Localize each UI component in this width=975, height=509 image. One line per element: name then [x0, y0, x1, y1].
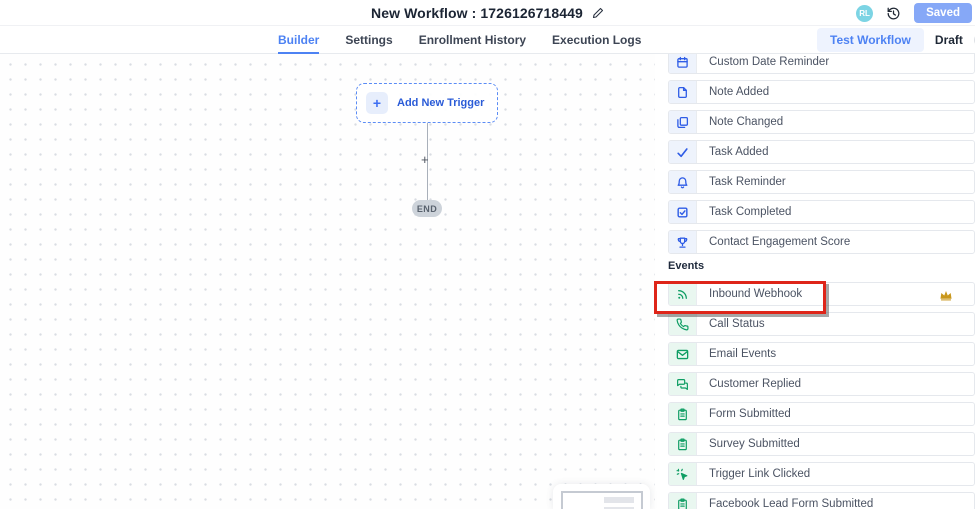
clipboard-icon: [669, 433, 697, 455]
tab-execution-logs[interactable]: Execution Logs: [552, 26, 641, 54]
saved-button[interactable]: Saved: [914, 3, 972, 23]
list-item-label: Note Added: [697, 86, 769, 98]
list-item-call-status[interactable]: Call Status: [668, 312, 975, 336]
draft-label: Draft: [935, 33, 963, 47]
trigger-sidebar[interactable]: Custom Date Reminder Note Added Note Cha…: [655, 54, 975, 509]
list-item-label: Email Events: [697, 348, 776, 360]
edit-title-icon[interactable]: [592, 7, 604, 19]
list-item-facebook-lead-form-submitted[interactable]: Facebook Lead Form Submitted: [668, 492, 975, 509]
mail-icon: [669, 343, 697, 365]
test-workflow-button[interactable]: Test Workflow: [817, 28, 924, 52]
note-icon: [669, 81, 697, 103]
list-item-label: Call Status: [697, 318, 765, 330]
list-item-form-submitted[interactable]: Form Submitted: [668, 402, 975, 426]
list-item-task-completed[interactable]: Task Completed: [668, 200, 975, 224]
list-item-survey-submitted[interactable]: Survey Submitted: [668, 432, 975, 456]
list-item-customer-replied[interactable]: Customer Replied: [668, 372, 975, 396]
list-item-task-reminder[interactable]: Task Reminder: [668, 170, 975, 194]
list-item-label: Task Added: [697, 146, 768, 158]
tab-enrollment-history[interactable]: Enrollment History: [419, 26, 526, 54]
list-item-note-changed[interactable]: Note Changed: [668, 110, 975, 134]
title-wrap: New Workflow : 1726126718449: [0, 0, 975, 26]
list-item-label: Contact Engagement Score: [697, 236, 850, 248]
list-item-label: Task Reminder: [697, 176, 786, 188]
list-item-contact-engagement-score[interactable]: Contact Engagement Score: [668, 230, 975, 254]
list-item-label: Inbound Webhook: [697, 288, 802, 300]
preview-thumbnail: [561, 491, 643, 509]
history-icon[interactable]: [886, 6, 901, 21]
trigger-list: Custom Date Reminder Note Added Note Cha…: [655, 54, 975, 509]
cursor-click-icon: [669, 463, 697, 485]
list-item-email-events[interactable]: Email Events: [668, 342, 975, 366]
avatar[interactable]: RL: [856, 5, 873, 22]
tabs: Builder Settings Enrollment History Exec…: [278, 26, 641, 54]
workflow-canvas[interactable]: + Add New Trigger + END: [0, 54, 655, 509]
preview-popup: [553, 484, 650, 509]
checkbox-icon: [669, 201, 697, 223]
list-item-trigger-link-clicked[interactable]: Trigger Link Clicked: [668, 462, 975, 486]
trophy-icon: [669, 231, 697, 253]
list-item-custom-date-reminder[interactable]: Custom Date Reminder: [668, 54, 975, 74]
chat-icon: [669, 373, 697, 395]
webhook-icon: [669, 283, 697, 305]
list-item-label: Note Changed: [697, 116, 783, 128]
end-node: END: [412, 200, 442, 217]
add-step-plus-icon[interactable]: +: [421, 153, 429, 166]
list-item-label: Facebook Lead Form Submitted: [697, 498, 873, 509]
list-item-label: Survey Submitted: [697, 438, 800, 450]
calendar-icon: [669, 54, 697, 73]
plus-icon: +: [366, 92, 388, 114]
list-item-label: Customer Replied: [697, 378, 801, 390]
tab-settings[interactable]: Settings: [345, 26, 392, 54]
top-header: New Workflow : 1726126718449 RL Saved: [0, 0, 975, 26]
list-item-label: Custom Date Reminder: [697, 56, 829, 68]
events-section-header: Events: [668, 260, 975, 273]
check-icon: [669, 141, 697, 163]
phone-icon: [669, 313, 697, 335]
page-title: New Workflow : 1726126718449: [371, 5, 583, 21]
workflow-actions: Test Workflow Draft Publish: [817, 26, 975, 54]
premium-crown-icon: [939, 288, 953, 302]
note-changed-icon: [669, 111, 697, 133]
bell-icon: [669, 171, 697, 193]
placeholder-bar: [604, 497, 634, 503]
list-item-note-added[interactable]: Note Added: [668, 80, 975, 104]
header-actions: RL Saved: [856, 0, 972, 26]
list-item-label: Form Submitted: [697, 408, 791, 420]
tab-builder[interactable]: Builder: [278, 26, 319, 54]
list-item-task-added[interactable]: Task Added: [668, 140, 975, 164]
list-item-label: Task Completed: [697, 206, 791, 218]
list-item-inbound-webhook[interactable]: Inbound Webhook: [668, 282, 975, 306]
clipboard-icon: [669, 493, 697, 509]
add-trigger-label: Add New Trigger: [397, 97, 484, 109]
tab-bar: Builder Settings Enrollment History Exec…: [0, 26, 975, 54]
list-item-label: Trigger Link Clicked: [697, 468, 810, 480]
clipboard-icon: [669, 403, 697, 425]
add-new-trigger-button[interactable]: + Add New Trigger: [356, 83, 498, 123]
